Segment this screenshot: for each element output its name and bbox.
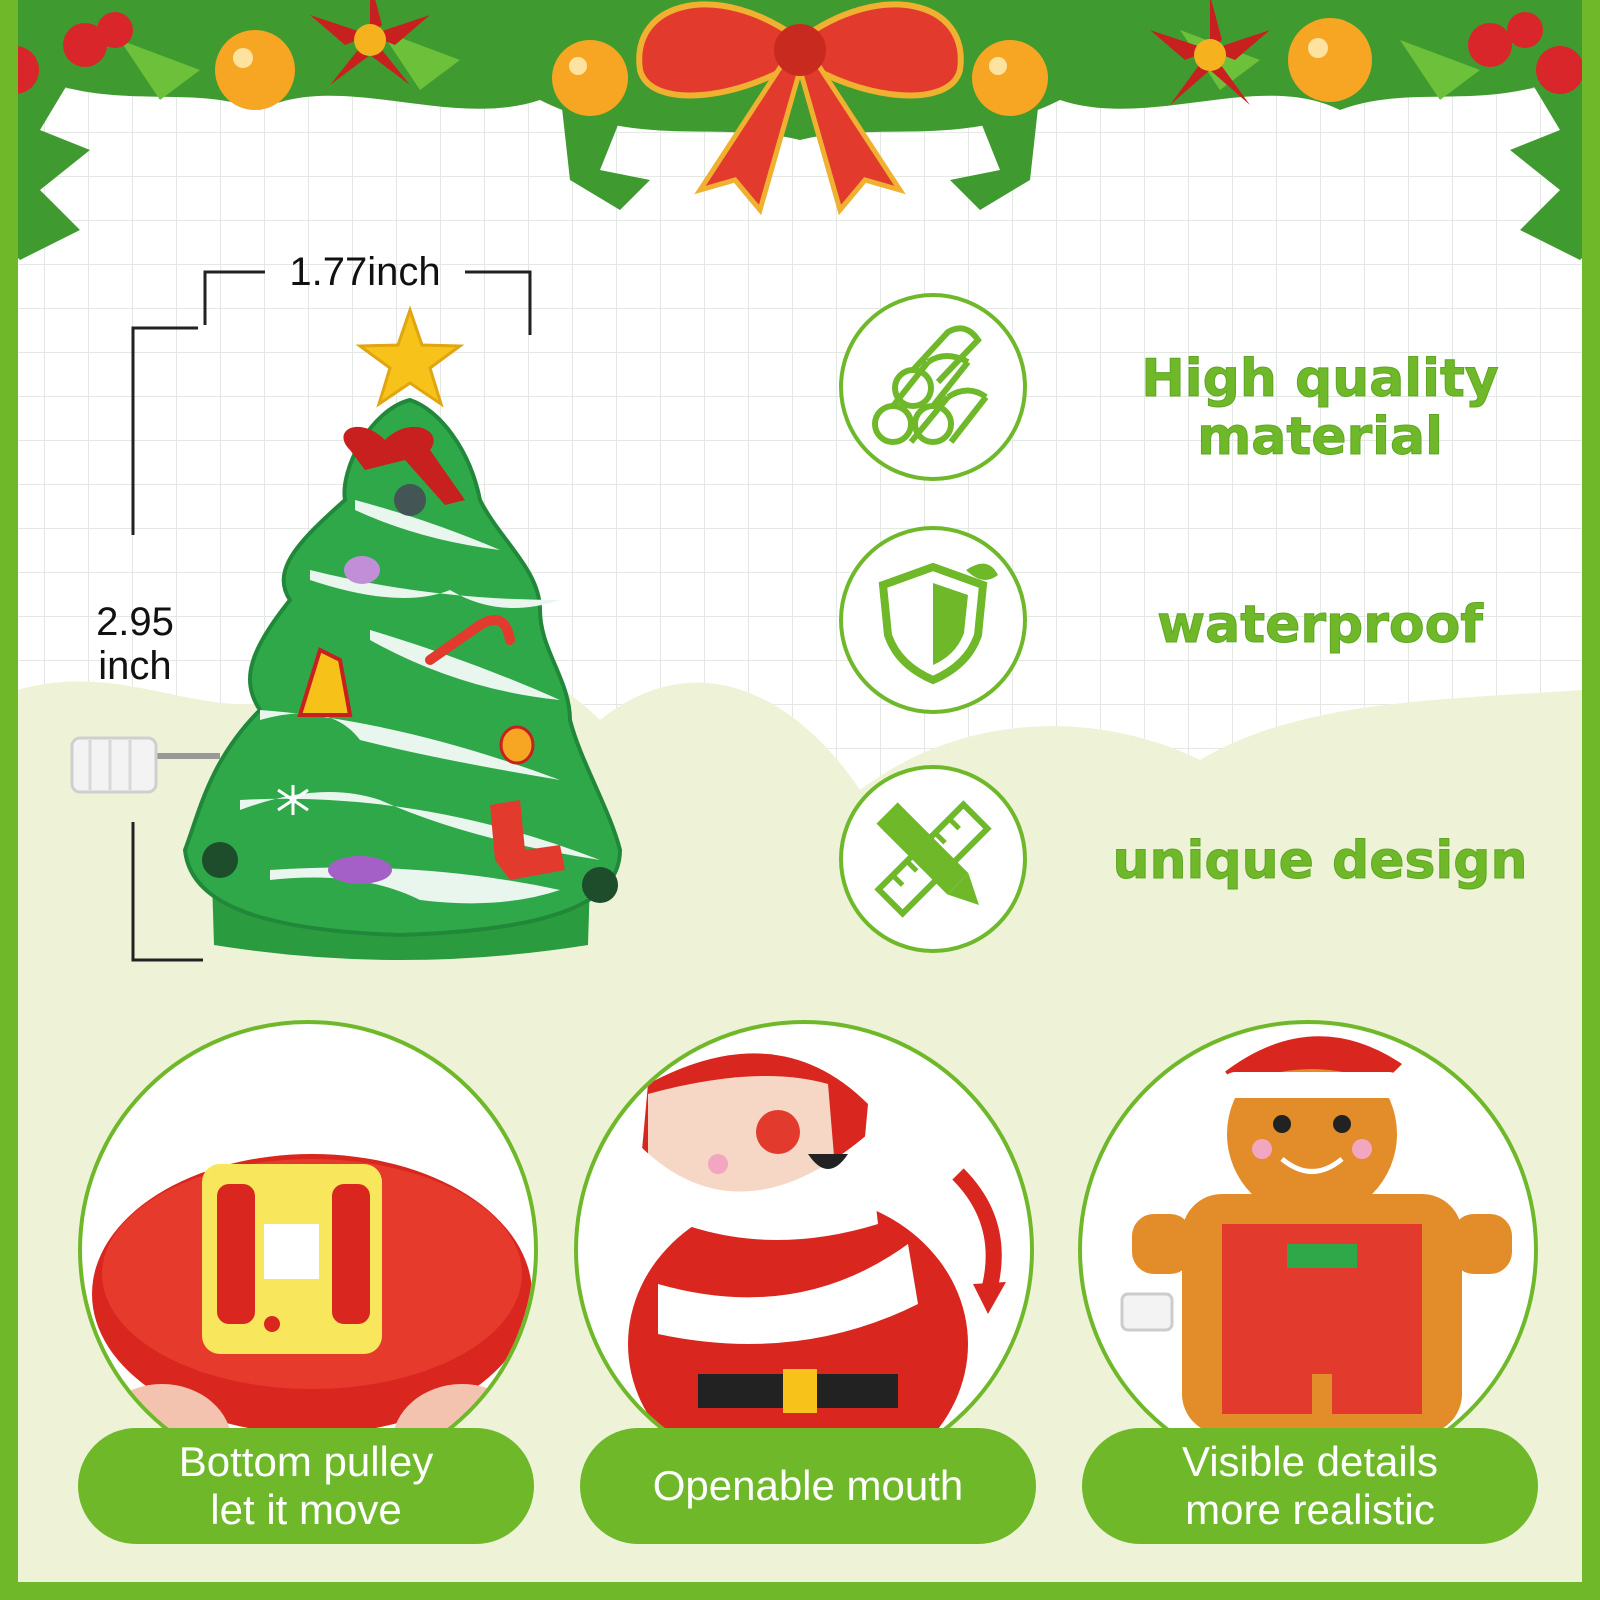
feature-material-line2: material	[1197, 407, 1444, 467]
caption-visible-details-line1: Visible details	[1181, 1438, 1439, 1485]
feature-design-text: unique design	[1112, 831, 1528, 891]
caption-openable-mouth: Openable mouth	[580, 1428, 1036, 1544]
star-icon	[355, 305, 465, 408]
caption-openable-mouth-line1: Openable mouth	[652, 1462, 964, 1509]
product-infographic: 1.77inch 2.95 inch High quality material…	[0, 0, 1600, 1600]
width-label: 1.77inch	[289, 250, 441, 294]
caption-bottom-pulley-line1: Bottom pulley	[178, 1438, 434, 1485]
christmas-tree-toy	[70, 305, 623, 960]
santa-toy-photo	[574, 1020, 1034, 1480]
caption-visible-details-line2: more realistic	[1185, 1486, 1435, 1533]
feature-waterproof-text: waterproof	[1157, 595, 1484, 655]
feature-material-text: High quality material	[1080, 349, 1560, 467]
windup-key-shaft	[150, 753, 220, 759]
feature-material-line1: High quality	[1141, 349, 1499, 409]
caption-visible-details: Visible details more realistic	[1082, 1428, 1538, 1544]
logs-icon	[839, 293, 1027, 481]
caption-bottom-pulley: Bottom pulley let it move	[78, 1428, 534, 1544]
gingerbread-toy-photo	[1078, 1020, 1538, 1480]
red-toy-bottom-photo	[78, 1020, 538, 1480]
caption-bottom-pulley-line2: let it move	[210, 1486, 402, 1533]
windup-key	[70, 736, 158, 794]
pencil-ruler-icon	[839, 765, 1027, 953]
shield-leaf-icon	[839, 526, 1027, 714]
